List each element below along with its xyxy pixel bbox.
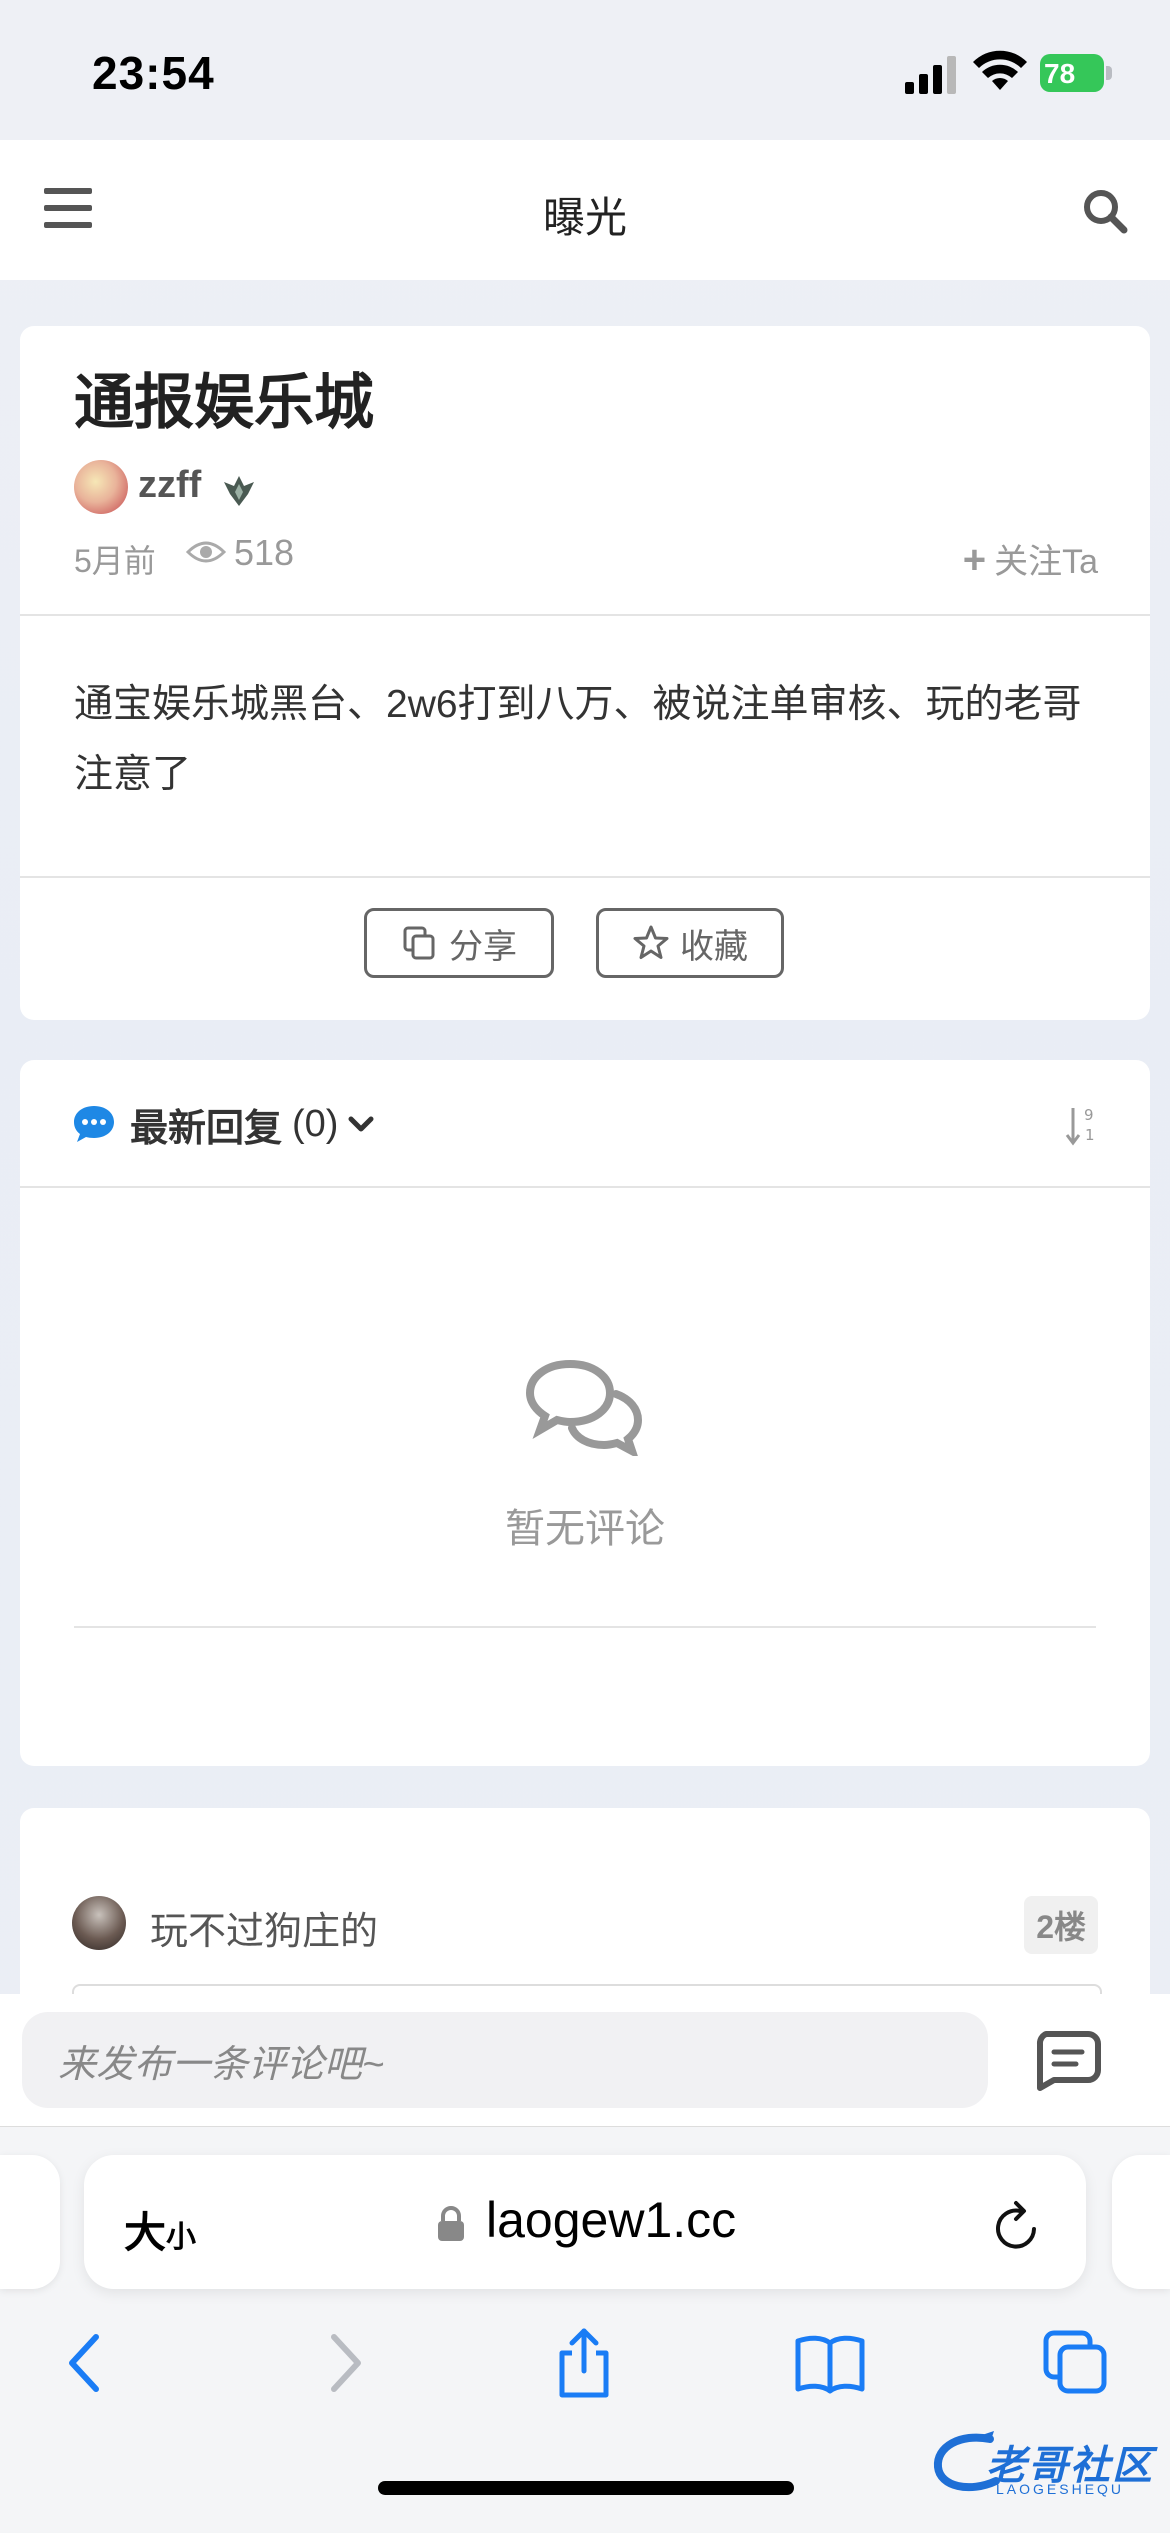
watermark-subtext: LAOGESHEQU [996, 2481, 1125, 2497]
share-label: 分享 [449, 927, 517, 966]
home-indicator[interactable] [378, 2481, 794, 2495]
level-badge-icon [224, 476, 254, 506]
view-count: 518 [234, 532, 295, 573]
favorite-button[interactable]: 收藏 [596, 908, 784, 978]
sort-icon[interactable]: 9 1 [1064, 1104, 1100, 1148]
follow-button[interactable]: + 关注Ta [963, 534, 1098, 583]
empty-comments-text: 暂无评论 [505, 1507, 665, 1551]
wifi-icon [973, 50, 1027, 90]
app-header: 曝光 [0, 140, 1170, 280]
next-tab-preview[interactable] [1112, 2155, 1170, 2289]
status-bar: 23:54 78 [0, 0, 1170, 140]
text-size-button[interactable]: 大小 [124, 2199, 196, 2260]
svg-text:9: 9 [1084, 1106, 1094, 1124]
post-time: 5月前 [74, 543, 156, 579]
author-avatar[interactable] [74, 460, 128, 514]
comments-empty-icon [525, 1359, 643, 1456]
browser-toolbar: 大小 laogew1.cc 老哥社区 LAOGESHEQU [0, 2126, 1170, 2533]
floor-badge: 2楼 [1024, 1896, 1098, 1954]
page-title: 曝光 [542, 194, 627, 241]
svg-text:1: 1 [1085, 1126, 1095, 1144]
replies-card: 最新回复 (0) 9 1 暂无评论 [20, 1060, 1150, 1766]
divider [20, 614, 1150, 616]
url-text[interactable]: laogew1.cc [486, 2191, 736, 2249]
back-icon[interactable] [52, 2327, 124, 2399]
lock-icon [438, 2206, 464, 2241]
star-icon [633, 925, 669, 959]
chevron-down-icon [348, 1116, 374, 1132]
comment-input[interactable]: 来发布一条评论吧~ [22, 2012, 988, 2108]
replies-count: (0) [292, 1102, 339, 1145]
battery-icon: 78 [1040, 54, 1112, 92]
site-watermark: 老哥社区 LAOGESHEQU [930, 2427, 1160, 2501]
tabs-icon[interactable] [1040, 2327, 1112, 2399]
divider [74, 1626, 1096, 1628]
commenter-name[interactable]: 玩不过狗庄的 [150, 1900, 378, 1955]
replies-title: 最新回复 [130, 1107, 283, 1150]
post-body: 通宝娱乐城黑台、2w6打到八万、被说注单审核、玩的老哥注意了 [74, 683, 1082, 796]
post-card: 通报娱乐城 zzff 5月前 518 + 关注Ta 通宝娱乐城黑台、2w6打到八万… [20, 326, 1150, 1020]
comment-input-bar: 来发布一条评论吧~ [0, 1994, 1170, 2126]
battery-level: 78 [1044, 58, 1076, 89]
reload-icon[interactable] [990, 2199, 1044, 2255]
favorite-label: 收藏 [680, 927, 748, 966]
cellular-signal-icon [905, 56, 956, 94]
views-icon [186, 541, 226, 563]
text-size-small: 小 [166, 2221, 197, 2254]
bookmarks-icon[interactable] [794, 2327, 866, 2399]
share-icon[interactable] [548, 2327, 620, 2399]
status-time: 23:54 [92, 47, 215, 99]
comment-icon[interactable] [1032, 2028, 1102, 2092]
address-bar[interactable]: 大小 laogew1.cc [84, 2155, 1086, 2289]
post-title: 通报娱乐城 [74, 369, 374, 436]
share-button[interactable]: 分享 [364, 908, 554, 978]
copy-icon [403, 926, 435, 960]
divider [20, 1186, 1150, 1188]
search-icon[interactable] [1080, 186, 1130, 236]
replies-header[interactable]: 最新回复 (0) [72, 1094, 374, 1154]
text-size-big: 大 [124, 2209, 167, 2256]
divider [20, 876, 1150, 878]
chat-bubble-icon [74, 1106, 114, 1142]
commenter-avatar[interactable] [72, 1896, 126, 1950]
previous-tab-preview[interactable] [0, 2155, 60, 2289]
author-name[interactable]: zzff [138, 464, 201, 507]
follow-label: 关注Ta [994, 543, 1098, 581]
plus-icon: + [962, 538, 987, 582]
forward-icon[interactable] [306, 2327, 378, 2399]
